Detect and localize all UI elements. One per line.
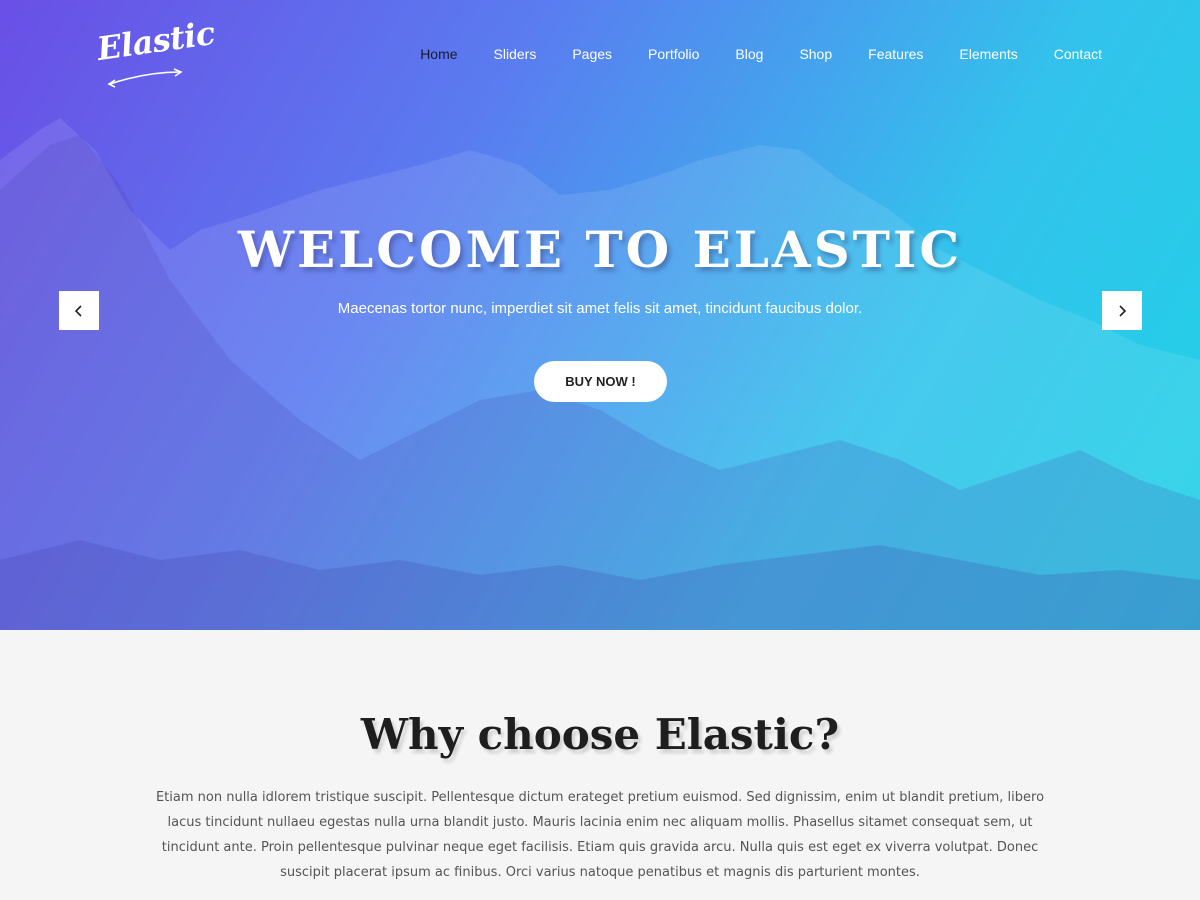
nav-item-features[interactable]: Features: [850, 46, 941, 62]
hero-slider: Elastic Home Sliders Pages Portfolio Blo…: [0, 0, 1200, 630]
hero-subtitle: Maecenas tortor nunc, imperdiet sit amet…: [337, 300, 863, 317]
why-text: Etiam non nulla idlorem tristique suscip…: [155, 790, 1045, 880]
hero-title: WELCOME TO ELASTIC: [237, 220, 963, 279]
chevron-left-icon: [74, 304, 82, 317]
nav-item-pages[interactable]: Pages: [554, 46, 630, 62]
slider-prev-button[interactable]: [59, 291, 99, 330]
logo[interactable]: Elastic: [95, 14, 217, 100]
chevron-right-icon: [1119, 304, 1127, 317]
nav-item-contact[interactable]: Contact: [1036, 46, 1120, 62]
nav-item-sliders[interactable]: Sliders: [476, 46, 555, 62]
nav-item-blog[interactable]: Blog: [717, 46, 781, 62]
buy-now-button[interactable]: BUY NOW !: [534, 361, 667, 402]
nav-item-shop[interactable]: Shop: [781, 46, 850, 62]
slider-next-button[interactable]: [1102, 291, 1142, 330]
nav-item-portfolio[interactable]: Portfolio: [630, 46, 717, 62]
nav-item-home[interactable]: Home: [402, 46, 475, 62]
logo-swoosh-icon: [107, 68, 183, 88]
why-title: Why choose Elastic?: [360, 710, 840, 759]
main-nav: Home Sliders Pages Portfolio Blog Shop F…: [402, 46, 1120, 62]
nav-item-elements[interactable]: Elements: [941, 46, 1035, 62]
